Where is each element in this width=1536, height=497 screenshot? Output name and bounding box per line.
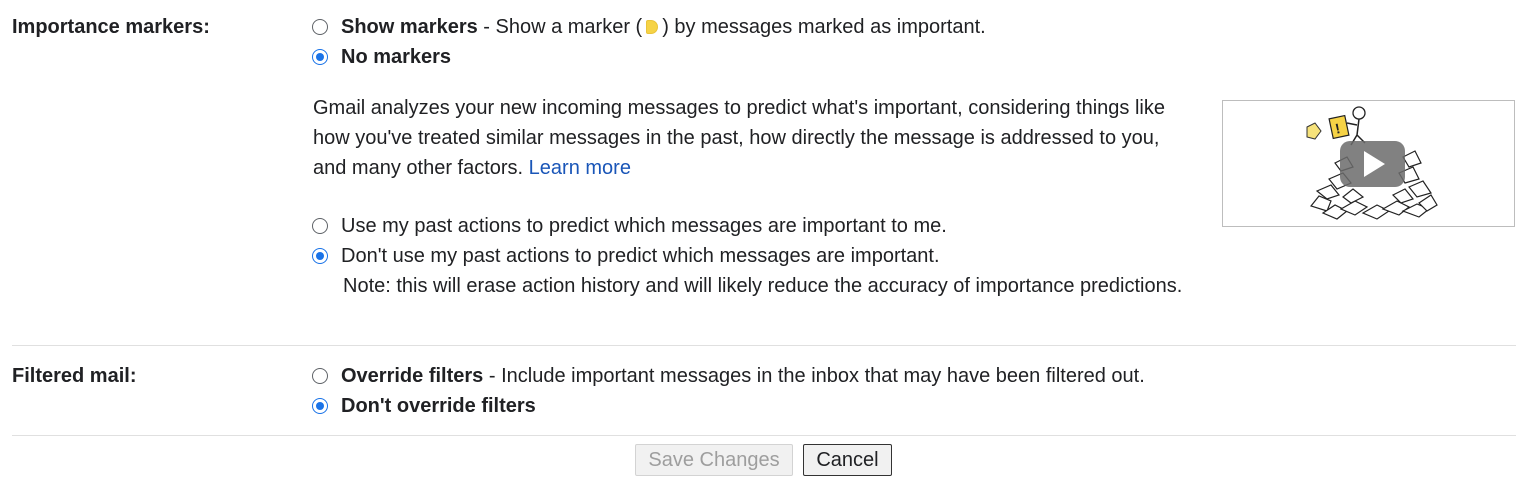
filtered-mail-label: Filtered mail: <box>12 365 137 387</box>
importance-markers-label: Importance markers: <box>12 16 210 38</box>
importance-explanation: Gmail analyzes your new incoming message… <box>313 97 1165 179</box>
dont-override-filters-radio[interactable] <box>312 398 328 414</box>
override-filters-radio[interactable] <box>312 368 328 384</box>
save-changes-button[interactable]: Save Changes <box>635 444 793 476</box>
dont-override-filters-option[interactable]: Don't override filters <box>312 391 536 421</box>
show-markers-radio[interactable] <box>312 19 328 35</box>
use-past-actions-radio[interactable] <box>312 218 328 234</box>
no-markers-radio[interactable] <box>312 49 328 65</box>
use-past-actions-option[interactable]: Use my past actions to predict which mes… <box>312 211 947 241</box>
section-divider <box>12 345 1516 346</box>
no-markers-text: No markers <box>341 46 452 68</box>
dont-override-filters-text: Don't override filters <box>341 395 536 417</box>
dont-use-past-actions-text: Don't use my past actions to predict whi… <box>341 245 940 267</box>
override-filters-option[interactable]: Override filters - Include important mes… <box>312 361 1145 391</box>
override-filters-text: Override filters - Include important mes… <box>341 365 1145 387</box>
cancel-button[interactable]: Cancel <box>803 444 892 476</box>
no-markers-option[interactable]: No markers <box>312 42 451 72</box>
dont-use-past-actions-radio[interactable] <box>312 248 328 264</box>
importance-video-thumbnail[interactable]: ! <box>1222 100 1515 227</box>
action-history-note: Note: this will erase action history and… <box>343 275 1183 297</box>
importance-marker-icon <box>646 20 659 34</box>
footer-divider <box>12 435 1516 436</box>
learn-more-link[interactable]: Learn more <box>529 157 631 179</box>
video-illustration: ! <box>1306 106 1438 220</box>
use-past-actions-text: Use my past actions to predict which mes… <box>341 215 947 237</box>
show-markers-option[interactable]: Show markers - Show a marker () by messa… <box>312 12 986 42</box>
show-markers-text: Show markers - Show a marker () by messa… <box>341 16 986 38</box>
dont-use-past-actions-option[interactable]: Don't use my past actions to predict whi… <box>312 241 940 271</box>
